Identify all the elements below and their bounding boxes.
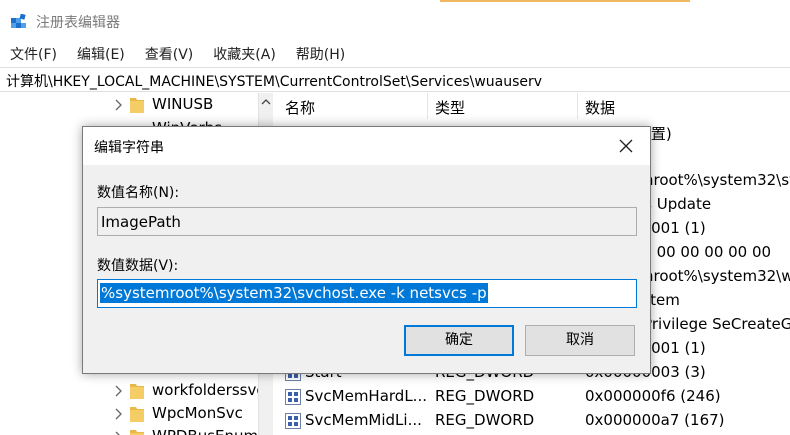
value-row[interactable]: SvcMemHardL... REG_DWORD 0x000000f6 (246… — [278, 385, 790, 409]
value-data: 0x000000f6 (246) — [585, 387, 721, 405]
registry-editor-icon — [11, 14, 26, 28]
value-data: 0x000000a7 (167) — [585, 411, 725, 429]
tree-item[interactable]: WINUSB — [0, 93, 258, 117]
address-bar[interactable]: 计算机\HKEY_LOCAL_MACHINE\SYSTEM\CurrentCon… — [0, 67, 790, 92]
column-header-name[interactable]: 名称 — [278, 93, 428, 119]
edit-string-dialog: 编辑字符串 数值名称(N): ImagePath 数值数据(V): %syste… — [82, 126, 651, 374]
title-accent-strip — [440, 0, 690, 2]
title-bar: 注册表编辑器 — [0, 0, 790, 42]
value-name-label: 数值名称(N): — [97, 185, 180, 201]
menu-edit[interactable]: 编辑(E) — [67, 42, 135, 66]
column-header-type[interactable]: 类型 — [428, 93, 578, 119]
ok-button[interactable]: 确定 — [404, 325, 514, 356]
tree-item-label: WpcMonSvc — [152, 404, 243, 422]
menu-view[interactable]: 查看(V) — [135, 42, 204, 66]
scroll-up-arrow-icon[interactable] — [261, 99, 271, 105]
value-row[interactable]: SvcMemMidLi... REG_DWORD 0x000000a7 (167… — [278, 409, 790, 433]
menu-bar: 文件(F) 编辑(E) 查看(V) 收藏夹(A) 帮助(H) — [0, 42, 790, 66]
menu-favorites[interactable]: 收藏夹(A) — [203, 42, 286, 66]
folder-icon — [130, 384, 144, 399]
close-icon[interactable] — [617, 137, 635, 155]
tree-item[interactable]: WpcMonSvc — [0, 402, 258, 426]
column-header-data[interactable]: 数据 — [578, 93, 790, 119]
folder-icon — [130, 430, 144, 435]
folder-icon — [130, 407, 144, 422]
cancel-button[interactable]: 取消 — [525, 325, 635, 356]
value-name: SvcMemHardL... — [305, 387, 427, 405]
chevron-right-icon[interactable] — [114, 431, 122, 435]
tree-item-label: WINUSB — [152, 95, 214, 113]
tree-item[interactable]: workfolderssvc — [0, 379, 265, 403]
chevron-right-icon[interactable] — [114, 408, 122, 420]
value-type: REG_DWORD — [435, 411, 535, 429]
dword-value-icon — [285, 413, 301, 429]
value-data-text[interactable]: %systemroot%\system32\svchost.exe -k net… — [100, 283, 488, 303]
tree-item-label: WPDBusEnum — [152, 427, 258, 435]
menu-help[interactable]: 帮助(H) — [286, 42, 355, 66]
dialog-title: 编辑字符串 — [94, 140, 164, 156]
value-data-label: 数值数据(V): — [97, 258, 179, 274]
menu-file[interactable]: 文件(F) — [0, 42, 67, 66]
value-name: SvcMemMidLi... — [305, 411, 422, 429]
chevron-right-icon[interactable] — [114, 99, 122, 111]
value-name-text: ImagePath — [101, 213, 181, 231]
value-name-field: ImagePath — [97, 207, 637, 236]
dialog-title-bar[interactable]: 编辑字符串 — [83, 127, 650, 165]
tree-item-label: workfolderssvc — [152, 381, 265, 399]
value-data-input[interactable]: %systemroot%\system32\svchost.exe -k net… — [97, 279, 637, 308]
window-title: 注册表编辑器 — [36, 15, 120, 31]
folder-icon — [130, 98, 144, 113]
address-path[interactable]: 计算机\HKEY_LOCAL_MACHINE\SYSTEM\CurrentCon… — [6, 71, 542, 91]
chevron-right-icon[interactable] — [114, 385, 122, 397]
dword-value-icon — [285, 389, 301, 405]
tree-item[interactable]: WPDBusEnum — [0, 425, 258, 435]
value-type: REG_DWORD — [435, 387, 535, 405]
